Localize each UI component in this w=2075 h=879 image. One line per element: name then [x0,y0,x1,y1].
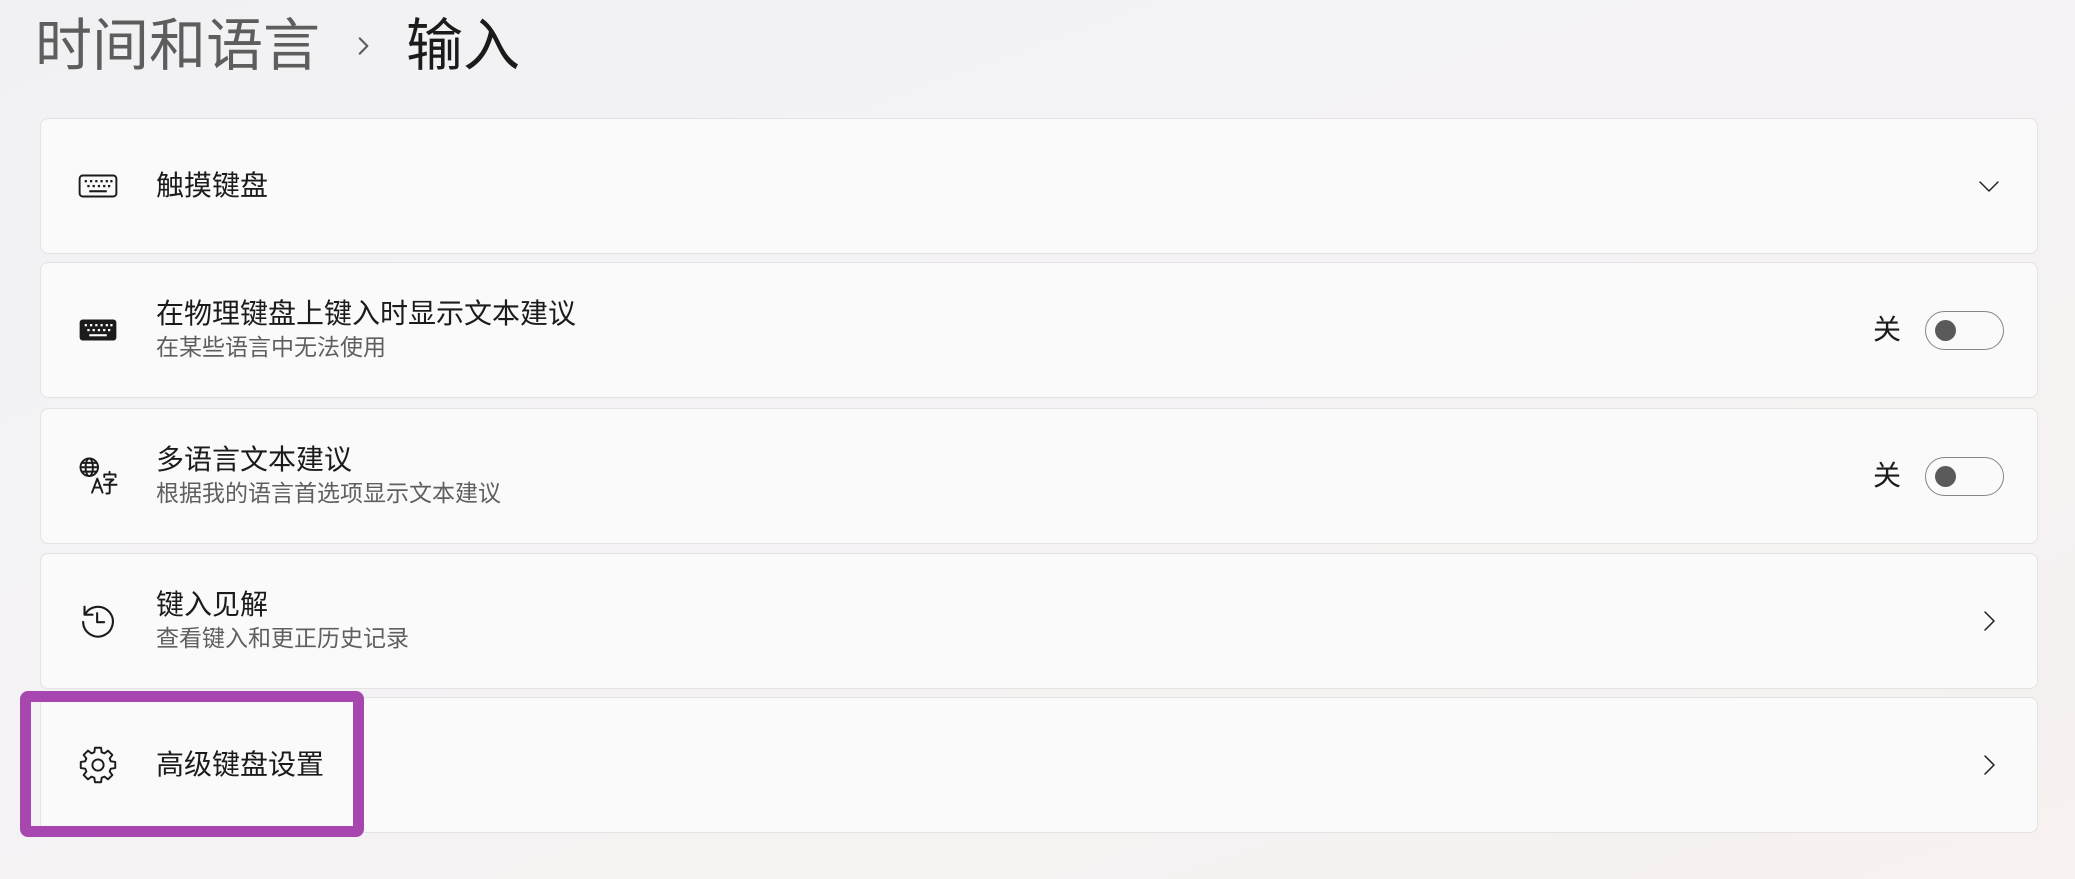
setting-text: 键入见解 查看键入和更正历史记录 [156,587,1977,655]
history-icon [77,600,119,642]
setting-title: 键入见解 [156,588,269,621]
setting-physical-keyboard-suggestions[interactable]: 在物理键盘上键入时显示文本建议 在某些语言中无法使用 关 [40,262,2038,398]
setting-title: 多语言文本建议 [156,443,353,476]
page-title: 输入 [406,13,520,79]
setting-advanced-keyboard[interactable]: 高级键盘设置 [40,697,2038,833]
setting-text: 触摸键盘 [156,168,1977,204]
gear-icon [77,744,119,786]
setting-title: 高级键盘设置 [156,748,325,781]
toggle-switch[interactable] [1925,456,2004,496]
setting-multilingual-suggestions[interactable]: 多语言文本建议 根据我的语言首选项显示文本建议 关 [40,408,2038,544]
setting-title: 在物理键盘上键入时显示文本建议 [156,297,577,330]
toggle-state-label: 关 [1872,459,1901,492]
setting-title: 触摸键盘 [156,169,269,202]
setting-touch-keyboard[interactable]: 触摸键盘 [40,118,2038,254]
chevron-right-icon [1984,611,1995,631]
toggle-switch[interactable] [1925,310,2004,350]
navigate-control[interactable] [1977,609,2001,633]
setting-description: 在某些语言中无法使用 [156,335,386,361]
chevron-down-icon [1979,181,1999,192]
setting-text: 在物理键盘上键入时显示文本建议 在某些语言中无法使用 [156,296,1873,364]
setting-text: 多语言文本建议 根据我的语言首选项显示文本建议 [156,442,1873,510]
toggle-control: 关 [1872,456,2004,496]
setting-description: 根据我的语言首选项显示文本建议 [156,481,501,507]
setting-typing-insights[interactable]: 键入见解 查看键入和更正历史记录 [40,553,2038,689]
chevron-right-icon [1984,755,1995,775]
toggle-control: 关 [1872,310,2004,350]
language-icon [77,455,119,497]
setting-description: 查看键入和更正历史记录 [156,626,409,652]
toggle-knob [1935,465,1956,487]
breadcrumb-parent-link[interactable]: 时间和语言 [35,6,320,86]
toggle-knob [1935,319,1956,341]
breadcrumb: 时间和语言 输入 [35,6,520,86]
keyboard-icon [77,309,119,351]
setting-text: 高级键盘设置 [156,747,1977,783]
expand-control[interactable] [1977,174,2001,198]
touch-keyboard-icon [77,165,119,207]
toggle-state-label: 关 [1872,313,1901,346]
chevron-right-icon [358,37,369,55]
navigate-control[interactable] [1977,753,2001,777]
